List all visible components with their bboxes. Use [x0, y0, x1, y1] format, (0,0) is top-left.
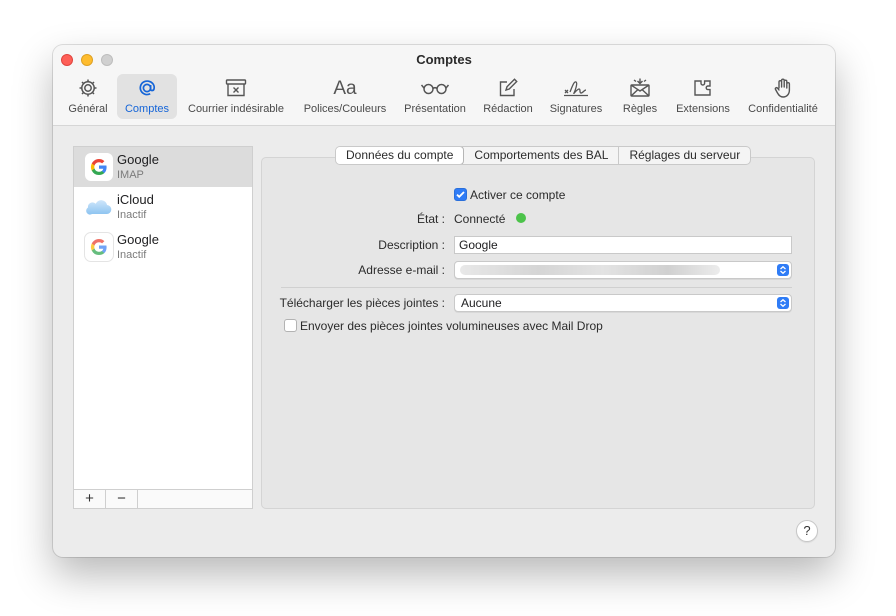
toolbar-label: Confidentialité [748, 103, 818, 115]
toolbar-general[interactable]: Général [63, 74, 113, 119]
description-label: Description : [378, 238, 445, 252]
rules-icon [615, 77, 665, 101]
toolbar-rules[interactable]: Règles [615, 74, 665, 119]
compose-icon [477, 77, 539, 101]
account-status: Inactif [117, 249, 147, 261]
gear-icon [63, 77, 113, 101]
toolbar-label: Règles [622, 103, 658, 115]
tab-server-settings[interactable]: Réglages du serveur [619, 147, 750, 164]
description-input[interactable]: Google [454, 236, 792, 254]
hand-icon [741, 77, 825, 101]
toolbar-composing[interactable]: Rédaction [477, 74, 539, 119]
account-name: iCloud [117, 192, 154, 207]
enable-account-checkbox[interactable] [454, 188, 467, 201]
toolbar-viewing[interactable]: Présentation [399, 74, 471, 119]
font-icon: Aa [333, 78, 357, 99]
at-sign-icon [117, 77, 177, 101]
connected-status-icon [516, 213, 526, 223]
toolbar-label: Courrier indésirable [188, 103, 284, 115]
attachments-popup[interactable]: Aucune [454, 294, 792, 312]
accounts-list-footer: + − [73, 489, 253, 509]
tab-account-info[interactable]: Données du compte [336, 147, 465, 164]
state-label: État : [416, 212, 445, 226]
toolbar-label: Extensions [676, 103, 730, 115]
help-button[interactable]: ? [796, 520, 818, 542]
glasses-icon [399, 77, 471, 101]
attachments-value: Aucune [461, 296, 502, 310]
account-status: Inactif [117, 209, 147, 221]
toolbar-label: Général [68, 103, 108, 115]
account-item-icloud[interactable]: iCloud Inactif [74, 187, 252, 227]
account-details-panel [261, 157, 815, 509]
puzzle-icon [671, 77, 735, 101]
attachments-label: Télécharger les pièces jointes : [279, 296, 445, 310]
toolbar-extensions[interactable]: Extensions [671, 74, 735, 119]
window-title: Comptes [416, 52, 472, 67]
toolbar-label: Signatures [549, 103, 603, 115]
google-icon [84, 232, 114, 262]
accounts-pane: Google IMAP iCloud Inactif Google Inacti… [53, 127, 835, 557]
google-icon [84, 152, 114, 182]
email-label: Adresse e-mail : [358, 263, 445, 277]
toolbar-signatures[interactable]: Signatures [545, 74, 607, 119]
section-divider [281, 287, 792, 288]
account-tabs: Données du compte Comportements des BAL … [335, 146, 752, 165]
preferences-window: Comptes Général Comptes Courrier indésir… [53, 45, 835, 557]
add-account-button[interactable]: + [74, 490, 106, 508]
account-name: Google [117, 232, 159, 247]
maildrop-checkbox[interactable] [284, 319, 297, 332]
account-item-google-inactive[interactable]: Google Inactif [74, 227, 252, 267]
redacted-email [460, 265, 720, 275]
checkmark-icon [456, 191, 465, 199]
state-value: Connecté [454, 212, 506, 226]
accounts-list[interactable]: Google IMAP iCloud Inactif Google Inacti… [73, 146, 253, 490]
toolbar-fonts-colors[interactable]: Aa Polices/Couleurs [298, 74, 392, 119]
account-status: IMAP [117, 169, 144, 181]
toolbar-label: Rédaction [483, 103, 533, 115]
maildrop-label: Envoyer des pièces jointes volumineuses … [300, 319, 603, 333]
chevron-updown-icon [777, 297, 789, 309]
toolbar-accounts[interactable]: Comptes [117, 74, 177, 119]
toolbar-label: Polices/Couleurs [303, 103, 387, 115]
icloud-icon [84, 192, 114, 222]
email-address-popup[interactable] [454, 261, 792, 279]
toolbar-privacy[interactable]: Confidentialité [741, 74, 825, 119]
remove-account-button[interactable]: − [106, 490, 138, 508]
toolbar-junk-mail[interactable]: Courrier indésirable [183, 74, 289, 119]
enable-account-label: Activer ce compte [470, 188, 566, 202]
junk-mail-icon [183, 77, 289, 101]
tab-mailbox-behaviors[interactable]: Comportements des BAL [464, 147, 620, 164]
toolbar-label: Présentation [404, 103, 466, 115]
account-item-google-imap[interactable]: Google IMAP [74, 147, 252, 187]
account-name: Google [117, 152, 159, 167]
chevron-updown-icon [777, 264, 789, 276]
titlebar: Comptes Général Comptes Courrier indésir… [53, 45, 835, 126]
toolbar-label: Comptes [124, 103, 170, 115]
signature-icon [545, 77, 607, 101]
